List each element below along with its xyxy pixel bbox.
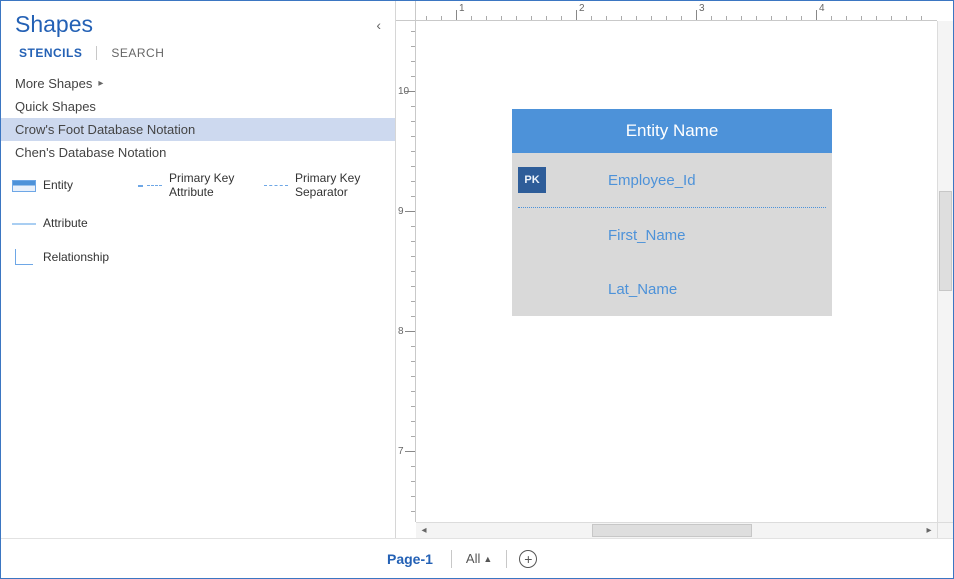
- page-all-label: All: [466, 551, 480, 566]
- ruler-v-label: 7: [398, 446, 404, 457]
- shapes-panel: Shapes ‹ STENCILS SEARCH More Shapes ▸ Q…: [1, 1, 396, 538]
- pk-badge: PK: [518, 167, 546, 193]
- entity-row[interactable]: First_Name: [512, 208, 832, 262]
- entity-attr-1: First_Name: [608, 227, 686, 244]
- canvas-area: 1 2 3 4 10 9 8 7 Entity Name PK Employee_Id Fi…: [396, 1, 953, 538]
- chevron-right-icon: ▸: [98, 78, 103, 89]
- scroll-corner: [937, 522, 953, 538]
- nav-quick-shapes-label: Quick Shapes: [15, 99, 96, 114]
- entity-row[interactable]: Lat_Name: [512, 262, 832, 316]
- stencil-relationship-label: Relationship: [43, 251, 109, 265]
- stencil-pk-attribute[interactable]: Primary Key Attribute: [137, 172, 259, 200]
- vertical-scrollbar[interactable]: [937, 21, 953, 522]
- nav-chen[interactable]: Chen's Database Notation: [1, 141, 395, 164]
- nav-more-shapes[interactable]: More Shapes ▸: [1, 72, 395, 95]
- collapse-panel-icon[interactable]: ‹: [376, 17, 381, 33]
- stencil-entity-label: Entity: [43, 179, 73, 193]
- page-separator: [506, 550, 507, 568]
- scroll-left-icon[interactable]: ◂: [416, 524, 432, 538]
- pk-separator-icon: [264, 185, 288, 186]
- horizontal-scrollbar[interactable]: ◂ ▸: [416, 522, 937, 538]
- tab-separator: [96, 46, 97, 60]
- entity-attr-2: Lat_Name: [608, 281, 677, 298]
- shapes-title: Shapes: [15, 11, 93, 38]
- tab-search[interactable]: SEARCH: [107, 44, 168, 62]
- vertical-scrollbar-thumb[interactable]: [939, 191, 952, 291]
- page-tab-bar: Page-1 All ▲ +: [1, 538, 953, 578]
- stencil-grid: Entity Primary Key Attribute Primary Key…: [1, 164, 395, 290]
- entity-row-pk[interactable]: PK Employee_Id: [512, 153, 832, 207]
- stencil-attribute-label: Attribute: [43, 217, 88, 231]
- ruler-v-label: 10: [398, 86, 409, 97]
- ruler-h-label: 1: [459, 3, 465, 14]
- nav-quick-shapes[interactable]: Quick Shapes: [1, 95, 395, 118]
- attribute-icon: [12, 223, 36, 225]
- nav-more-shapes-label: More Shapes: [15, 76, 92, 91]
- ruler-h-label: 2: [579, 3, 585, 14]
- stencil-entity[interactable]: Entity: [11, 172, 133, 200]
- nav-crows-foot[interactable]: Crow's Foot Database Notation: [1, 118, 395, 141]
- caret-up-icon: ▲: [483, 554, 492, 564]
- stencil-attribute[interactable]: Attribute: [11, 214, 135, 234]
- ruler-corner: [396, 1, 416, 21]
- vertical-ruler[interactable]: 10 9 8 7: [396, 21, 416, 522]
- ruler-h-label: 3: [699, 3, 705, 14]
- entity-icon: [12, 180, 36, 192]
- drawing-canvas[interactable]: Entity Name PK Employee_Id First_Name La…: [416, 21, 937, 522]
- tab-stencils[interactable]: STENCILS: [15, 44, 86, 62]
- horizontal-ruler[interactable]: 1 2 3 4: [416, 1, 937, 21]
- pk-attribute-icon: [138, 179, 162, 193]
- page-separator: [451, 550, 452, 568]
- ruler-v-label: 8: [398, 326, 404, 337]
- entity-attr-0: Employee_Id: [608, 172, 696, 189]
- add-page-button[interactable]: +: [519, 550, 537, 568]
- ruler-h-label: 4: [819, 3, 825, 14]
- horizontal-scrollbar-track[interactable]: [432, 523, 921, 538]
- entity-shape[interactable]: Entity Name PK Employee_Id First_Name La…: [512, 109, 832, 316]
- stencil-relationship[interactable]: Relationship: [11, 248, 135, 268]
- entity-title[interactable]: Entity Name: [512, 109, 832, 153]
- nav-crows-foot-label: Crow's Foot Database Notation: [15, 122, 195, 137]
- stencil-pk-attribute-label: Primary Key Attribute: [169, 172, 259, 200]
- ruler-v-label: 9: [398, 206, 404, 217]
- scroll-right-icon[interactable]: ▸: [921, 524, 937, 538]
- relationship-icon: [13, 249, 35, 267]
- entity-body: PK Employee_Id First_Name Lat_Name: [512, 153, 832, 316]
- page-all-button[interactable]: All ▲: [464, 547, 494, 570]
- stencil-pk-separator-label: Primary Key Separator: [295, 172, 385, 200]
- page-tab-1[interactable]: Page-1: [381, 547, 439, 571]
- horizontal-scrollbar-thumb[interactable]: [592, 524, 752, 537]
- nav-chen-label: Chen's Database Notation: [15, 145, 166, 160]
- stencil-pk-separator[interactable]: Primary Key Separator: [263, 172, 385, 200]
